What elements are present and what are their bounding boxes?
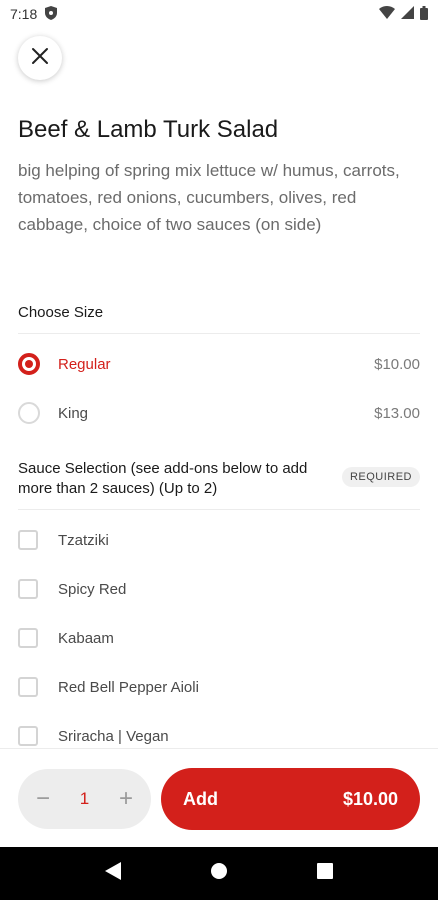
status-time: 7:18 — [10, 6, 38, 22]
close-icon — [31, 47, 49, 70]
size-option-regular[interactable]: Regular $10.00 — [18, 344, 420, 384]
quantity-value: 1 — [79, 789, 90, 808]
item-title: Beef & Lamb Turk Salad — [18, 116, 279, 143]
sauce-option-kabaam[interactable]: Kabaam — [18, 618, 420, 658]
required-badge: REQUIRED — [341, 467, 420, 487]
size-option-price: $13.00 — [374, 404, 420, 422]
status-left: 7:18 — [10, 5, 58, 23]
add-to-cart-button[interactable]: Add $10.00 — [161, 768, 420, 830]
size-section-title: Choose Size — [18, 304, 104, 321]
sauce-option-label: Kabaam — [58, 629, 114, 647]
add-button-price: $10.00 — [342, 788, 398, 809]
signal-icon — [401, 6, 414, 22]
add-button-label: Add — [183, 788, 218, 809]
sauce-option-label: Spicy Red — [58, 580, 127, 598]
checkbox[interactable] — [18, 579, 38, 599]
wifi-icon — [379, 6, 395, 22]
sauce-section-title: Sauce Selection (see add-ons below to ad… — [18, 460, 308, 497]
increment-button[interactable]: + — [115, 785, 137, 813]
sauce-option-label: Sriracha | Vegan — [58, 727, 169, 745]
bottom-action-bar: − 1 + Add $10.00 — [0, 748, 438, 848]
checkbox[interactable] — [18, 677, 38, 697]
home-icon[interactable] — [210, 862, 228, 885]
radio-selected-icon[interactable] — [18, 353, 40, 375]
sauce-option-spicy-red[interactable]: Spicy Red — [18, 569, 420, 609]
quantity-stepper: − 1 + — [18, 769, 151, 829]
size-option-price: $10.00 — [374, 355, 420, 373]
close-button[interactable] — [18, 36, 62, 80]
checkbox[interactable] — [18, 628, 38, 648]
divider — [18, 509, 420, 510]
decrement-button[interactable]: − — [32, 785, 54, 813]
divider — [18, 333, 420, 334]
battery-icon — [420, 5, 428, 23]
status-bar: 7:18 — [0, 0, 438, 28]
size-option-king[interactable]: King $13.00 — [18, 393, 420, 433]
sauce-option-label: Red Bell Pepper Aioli — [58, 678, 199, 696]
back-icon[interactable] — [104, 862, 121, 885]
status-right — [379, 5, 428, 23]
sauce-option-label: Tzatziki — [58, 531, 109, 549]
sauce-option-tzatziki[interactable]: Tzatziki — [18, 520, 420, 560]
radio-unselected-icon[interactable] — [18, 402, 40, 424]
sauce-option-red-bell-pepper-aioli[interactable]: Red Bell Pepper Aioli — [18, 667, 420, 707]
checkbox[interactable] — [18, 530, 38, 550]
item-description: big helping of spring mix lettuce w/ hum… — [18, 161, 400, 234]
size-option-label: Regular — [58, 355, 111, 373]
shield-icon — [45, 5, 58, 23]
checkbox[interactable] — [18, 726, 38, 746]
size-option-label: King — [58, 404, 89, 422]
recents-icon[interactable] — [317, 863, 334, 884]
system-nav-bar — [0, 847, 438, 900]
